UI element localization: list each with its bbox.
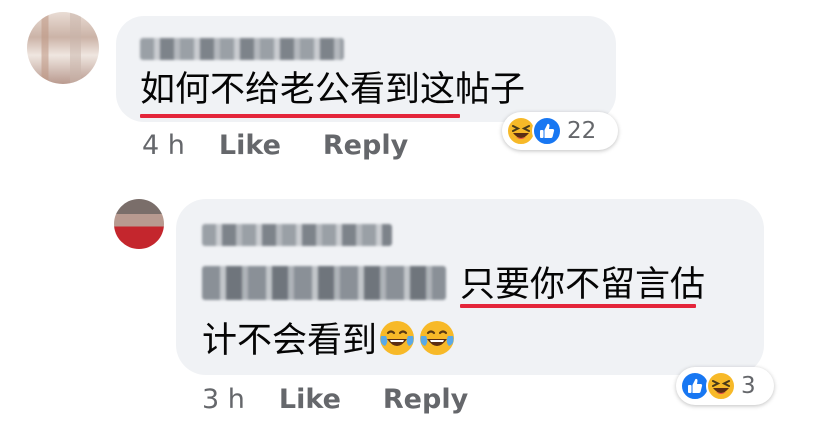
commenter-name-blurred[interactable] [140, 38, 344, 60]
comment-actions: 4 h Like Reply [142, 130, 408, 161]
red-underline-annotation [460, 304, 696, 308]
reaction-summary[interactable]: 22 [502, 112, 618, 150]
tears-of-joy-emoji-icon [420, 321, 455, 355]
tears-of-joy-emoji-icon [380, 321, 415, 355]
reply-button[interactable]: Reply [383, 384, 468, 415]
laugh-reaction-icon [706, 371, 736, 401]
reply-actions: 3 h Like Reply [202, 384, 468, 415]
reply-text-line2-label: 计不会看到 [202, 321, 378, 361]
reply-text-line1: 只要你不留言估 [460, 265, 706, 305]
reaction-count: 3 [741, 373, 756, 399]
reaction-count: 22 [567, 118, 597, 144]
comment-timestamp[interactable]: 4 h [142, 130, 185, 161]
like-reaction-icon [532, 116, 562, 146]
reply-button[interactable]: Reply [323, 130, 408, 161]
like-button[interactable]: Like [219, 130, 281, 161]
reply-text-line2: 计不会看到 [202, 318, 457, 361]
commenter-avatar[interactable] [27, 12, 99, 84]
mention-tag-blurred[interactable] [202, 266, 446, 300]
like-button[interactable]: Like [279, 384, 341, 415]
replier-name-blurred[interactable] [202, 224, 392, 246]
replier-avatar[interactable] [114, 199, 164, 249]
red-underline-annotation [140, 114, 460, 118]
reply-timestamp[interactable]: 3 h [202, 384, 245, 415]
reaction-summary[interactable]: 3 [676, 367, 774, 405]
comment-text: 如何不给老公看到这帖子 [140, 70, 526, 110]
